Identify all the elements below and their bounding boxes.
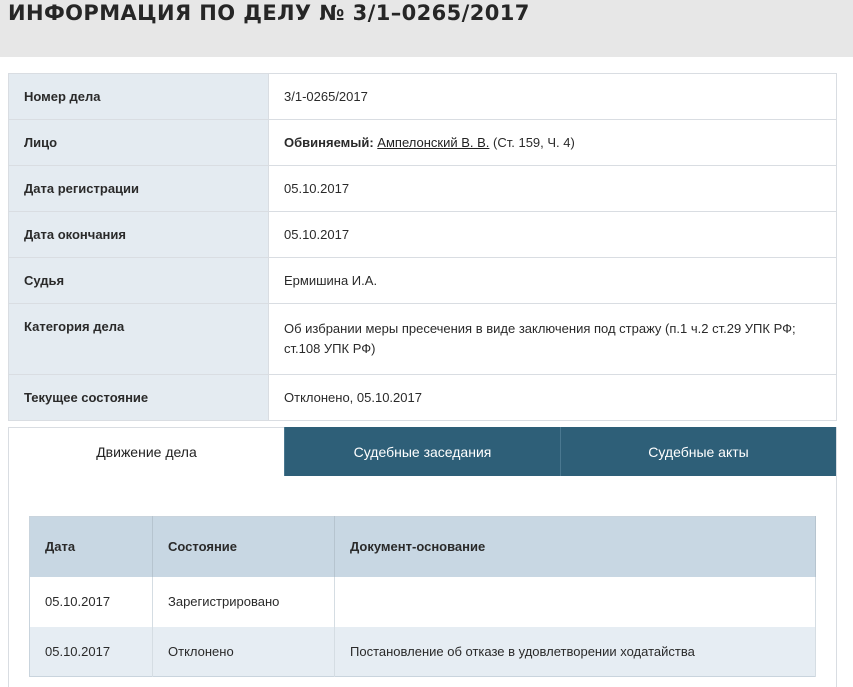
case-info-row: Категория дела Об избрании меры пресечен…	[8, 303, 837, 375]
case-info-row: Текущее состояние Отклонено, 05.10.2017	[8, 374, 837, 421]
row-date: 05.10.2017	[29, 576, 153, 627]
column-header-date: Дата	[29, 516, 153, 577]
column-header-state: Состояние	[152, 516, 335, 577]
case-info-row: Судья Ермишина И.А.	[8, 257, 837, 304]
row-document: Постановление об отказе в удовлетворении…	[334, 626, 816, 677]
tab-case-movement[interactable]: Движение дела	[9, 427, 284, 476]
page-title: Информация по делу № 3/1–0265/2017	[8, 1, 530, 25]
registration-date-value: 05.10.2017	[268, 165, 837, 212]
page-header: Информация по делу № 3/1–0265/2017	[0, 0, 853, 57]
case-info-row: Дата регистрации 05.10.2017	[8, 165, 837, 212]
case-info-label: Номер дела	[8, 73, 269, 120]
case-info-row: Лицо Обвиняемый: Ампелонский В. В. (Ст. …	[8, 119, 837, 166]
case-info-label: Дата окончания	[8, 211, 269, 258]
case-info-row: Номер дела 3/1-0265/2017	[8, 73, 837, 120]
case-info-label: Текущее состояние	[8, 374, 269, 421]
current-state-value: Отклонено, 05.10.2017	[268, 374, 837, 421]
row-state: Отклонено	[152, 626, 335, 677]
tab-bar: Движение дела Судебные заседания Судебны…	[9, 427, 836, 476]
category-value: Об избрании меры пресечения в виде заклю…	[268, 303, 837, 375]
column-header-document: Документ-основание	[334, 516, 816, 577]
row-state: Зарегистрировано	[152, 576, 335, 627]
end-date-value: 05.10.2017	[268, 211, 837, 258]
tab-court-sessions[interactable]: Судебные заседания	[284, 427, 560, 476]
person-value: Обвиняемый: Ампелонский В. В. (Ст. 159, …	[268, 119, 837, 166]
person-role: Обвиняемый:	[284, 135, 374, 150]
case-info-label: Лицо	[8, 119, 269, 166]
table-row: 05.10.2017 Зарегистрировано	[29, 576, 816, 627]
table-row: 05.10.2017 Отклонено Постановление об от…	[29, 626, 816, 677]
judge-value: Ермишина И.А.	[268, 257, 837, 304]
person-name-link[interactable]: Ампелонский В. В.	[377, 135, 489, 150]
case-info-row: Дата окончания 05.10.2017	[8, 211, 837, 258]
case-info-label: Категория дела	[8, 303, 269, 375]
movement-table-header: Дата Состояние Документ-основание	[29, 516, 816, 577]
tab-court-acts[interactable]: Судебные акты	[560, 427, 836, 476]
case-number-value: 3/1-0265/2017	[268, 73, 837, 120]
case-info-label: Дата регистрации	[8, 165, 269, 212]
person-article: (Ст. 159, Ч. 4)	[493, 135, 575, 150]
row-document	[334, 576, 816, 627]
tabs-panel: Движение дела Судебные заседания Судебны…	[8, 427, 837, 687]
movement-table: Дата Состояние Документ-основание 05.10.…	[29, 516, 816, 677]
case-info-table: Номер дела 3/1-0265/2017 Лицо Обвиняемый…	[8, 73, 837, 421]
case-info-label: Судья	[8, 257, 269, 304]
row-date: 05.10.2017	[29, 626, 153, 677]
